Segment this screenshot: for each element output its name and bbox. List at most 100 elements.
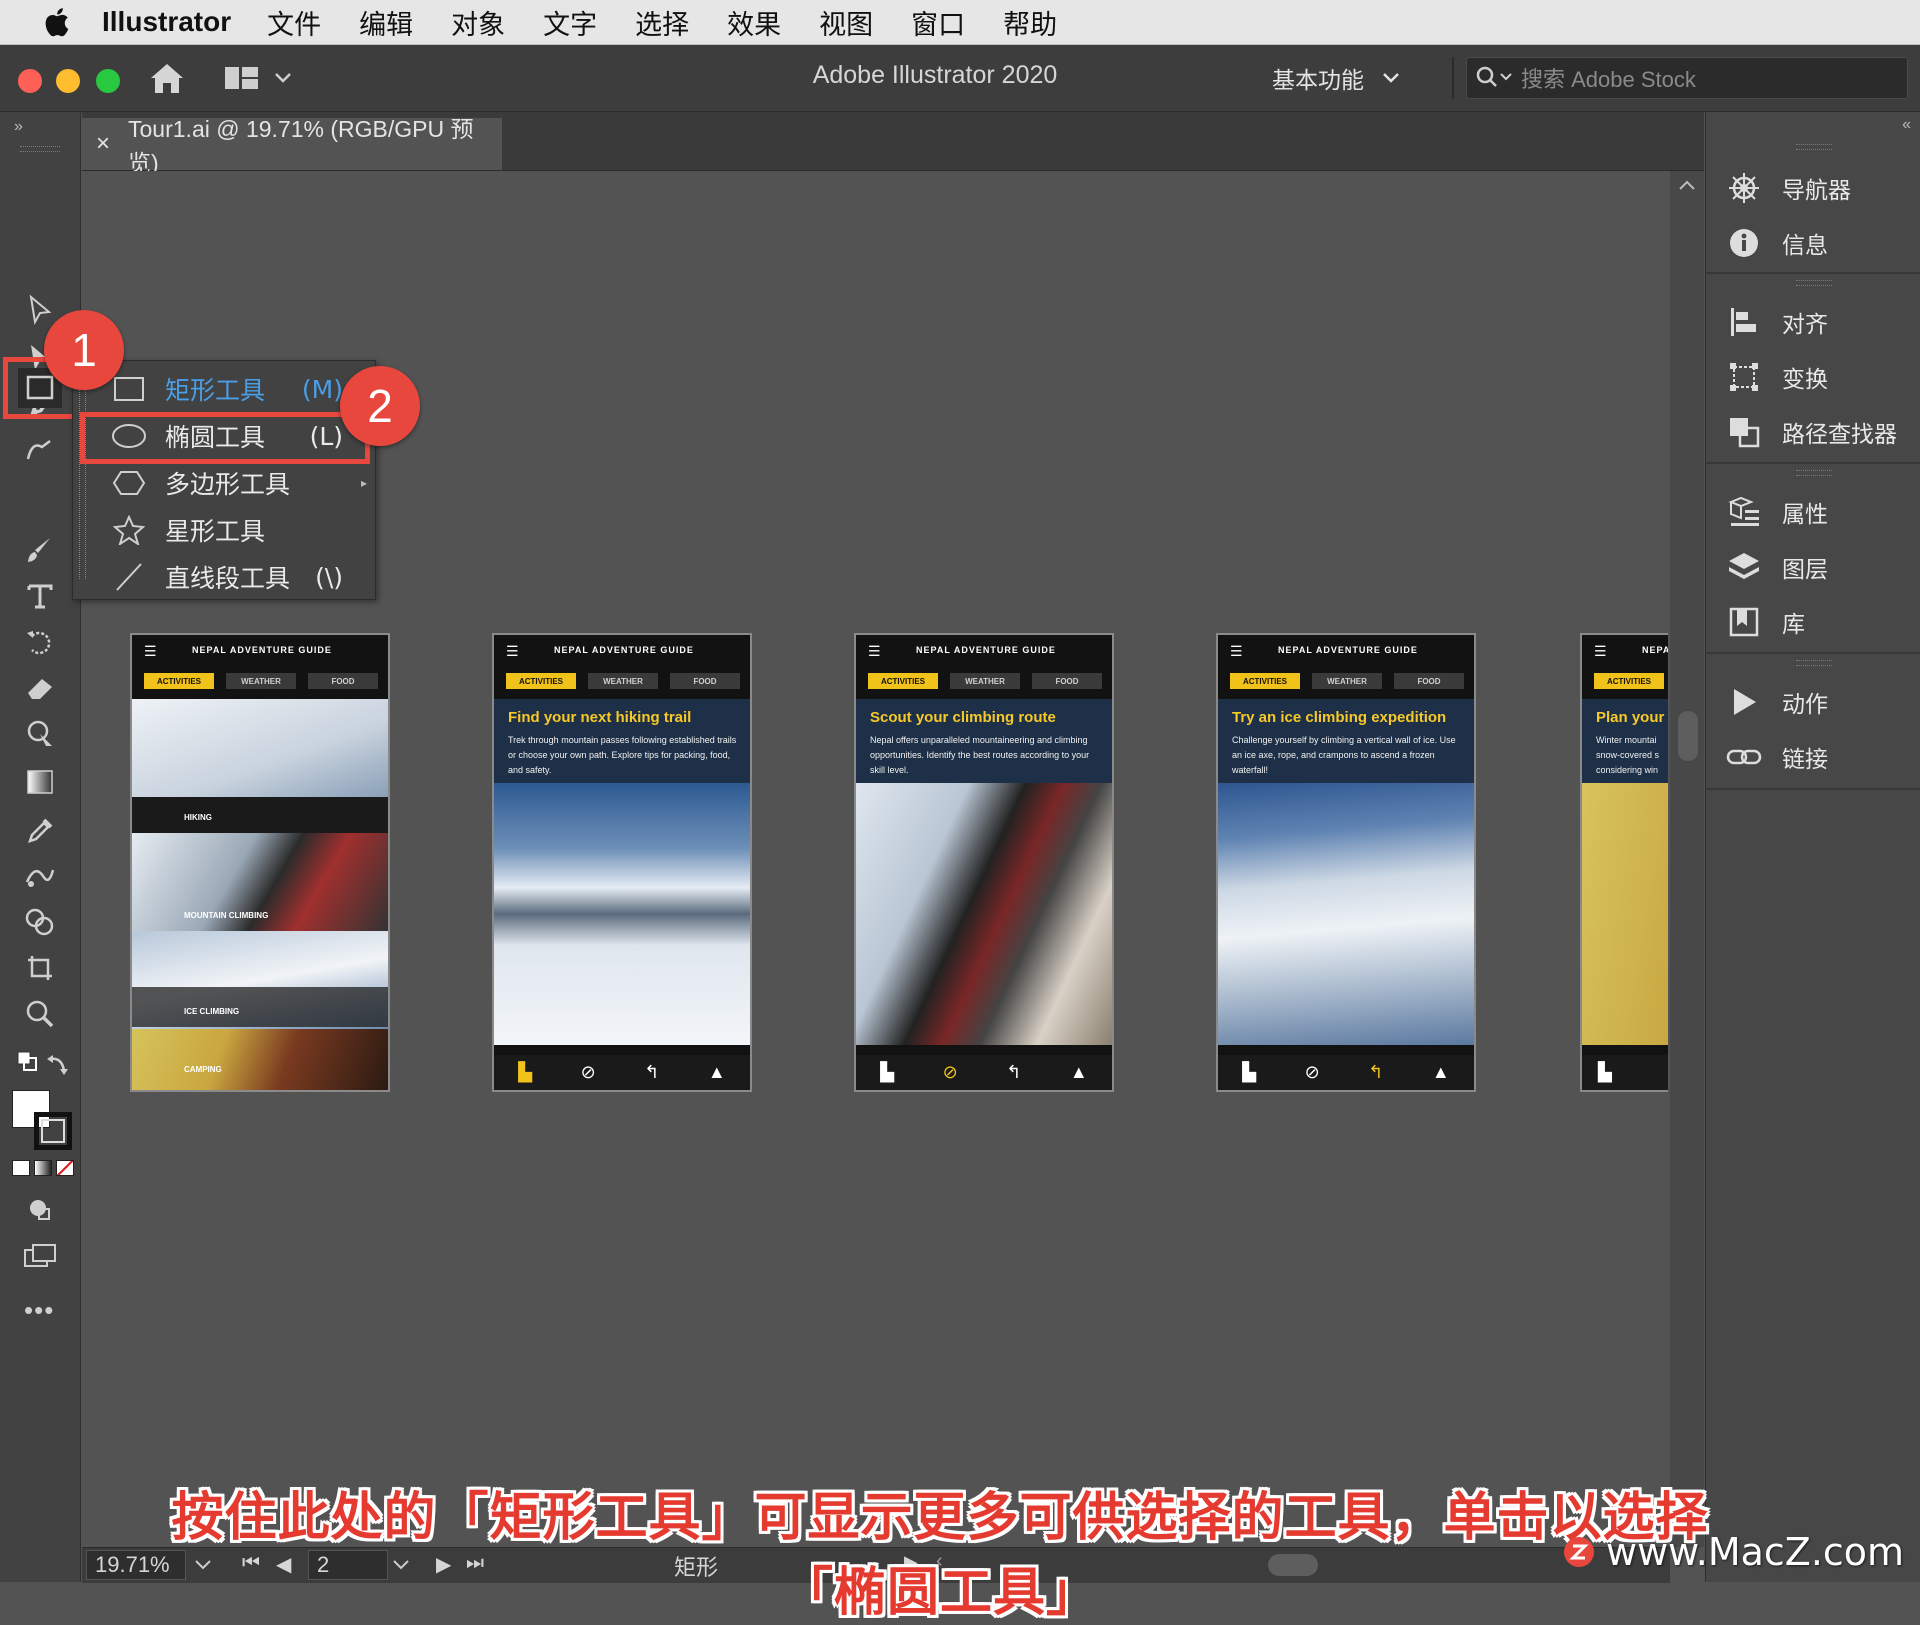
panel-label: 链接 [1782,747,1828,773]
ice-axe-icon: ↰ [1006,1062,1022,1082]
vertical-scrollbar[interactable] [1670,171,1704,1547]
eraser-tool[interactable] [18,668,62,708]
artboard-title: NEPAL ADVENTURE GUIDE [1278,645,1418,655]
artboard-5[interactable]: ☰ NEPA ACTIVITIES Plan your Winter mount… [1580,633,1668,1092]
selection-arrow-icon [29,294,52,326]
search-icon [1476,66,1512,87]
stroke-swatch[interactable] [34,1112,72,1150]
flyout-rectangle-tool[interactable]: 矩形工具 (M) [73,366,373,412]
gradient-tool[interactable] [18,762,62,802]
callout-badge-2: 2 [340,366,420,446]
panel-layers[interactable]: 图层 [1724,543,1828,591]
hero-title: Plan your [1596,709,1665,726]
menu-object[interactable]: 对象 [451,3,505,42]
rectangle-icon [109,371,149,407]
flyout-item-label: 多边形工具 [165,470,291,499]
panel-transform[interactable]: 变换 [1724,353,1828,401]
flyout-item-label: 直线段工具 [165,564,291,593]
line-segment-icon [109,559,149,595]
menu-type[interactable]: 文字 [543,3,597,42]
type-tool[interactable] [18,576,62,616]
shape-builder-tool[interactable] [18,902,62,942]
zoom-tool[interactable] [18,994,62,1034]
panel-align[interactable]: 对齐 [1724,298,1828,346]
tab-food: FOOD [1394,673,1464,689]
flyout-star-tool[interactable]: 星形工具 [73,507,373,553]
close-tab-icon[interactable]: × [96,130,110,158]
hero-title: Scout your climbing route [870,709,1056,726]
hero-title: Try an ice climbing expedition [1232,709,1447,726]
panel-grip[interactable] [1796,280,1832,286]
panel-grip[interactable] [1796,660,1832,666]
screen-mode-button[interactable] [18,1236,62,1276]
menu-effect[interactable]: 效果 [727,3,781,42]
apple-logo-icon[interactable] [38,4,80,40]
swap-fill-stroke-button[interactable] [42,1044,72,1084]
artboard-hero: Plan your Winter mountai snow-covered s … [1582,699,1668,783]
color-mode-icon[interactable] [12,1160,30,1176]
panel-properties[interactable]: 属性 [1724,488,1828,536]
collapse-panels-icon[interactable]: « [1902,116,1911,134]
tab-weather: WEATHER [950,673,1020,689]
curvature-tool[interactable] [18,430,62,470]
drawing-mode-button[interactable] [18,1190,62,1230]
scroll-up-icon[interactable] [1678,179,1696,191]
info-icon [1724,223,1764,263]
artboard-3[interactable]: ☰ NEPAL ADVENTURE GUIDE ACTIVITIES WEATH… [854,633,1114,1092]
color-mode-buttons[interactable] [12,1160,74,1176]
artboard-tool[interactable] [18,948,62,988]
menu-help[interactable]: 帮助 [1003,3,1057,42]
boot-icon: ▙ [1242,1062,1257,1082]
menu-illustrator[interactable]: Illustrator [102,6,231,38]
expand-panel-icon[interactable]: » [14,118,23,136]
artboard-1[interactable]: ☰ NEPAL ADVENTURE GUIDE ACTIVITIES WEATH… [130,633,390,1092]
panel-info[interactable]: 信息 [1724,219,1828,267]
puppet-warp-tool[interactable] [18,714,62,754]
none-mode-icon[interactable] [56,1160,74,1176]
edit-toolbar-icon[interactable]: ••• [24,1295,54,1326]
hamburger-icon: ☰ [1230,643,1243,659]
hamburger-icon: ☰ [868,643,881,659]
artboard-hero: Scout your climbing route Nepal offers u… [856,699,1112,783]
document-tab[interactable]: × Tour1.ai @ 19.71% (RGB/GPU 预览) [82,116,502,176]
eyedropper-tool[interactable] [18,810,62,850]
menu-select[interactable]: 选择 [635,3,689,42]
document-tab-bar: × Tour1.ai @ 19.71% (RGB/GPU 预览) [82,112,1704,176]
artboard-4[interactable]: ☰ NEPAL ADVENTURE GUIDE ACTIVITIES WEATH… [1216,633,1476,1092]
paintbrush-tool[interactable] [18,530,62,570]
menu-file[interactable]: 文件 [267,3,321,42]
panel-libraries[interactable]: 库 [1724,598,1805,646]
blend-icon [25,869,55,887]
artboard-2[interactable]: ☰ NEPAL ADVENTURE GUIDE ACTIVITIES WEATH… [492,633,752,1092]
blend-tool[interactable] [18,856,62,896]
gradient-mode-icon[interactable] [34,1160,52,1176]
stock-search-field[interactable]: 搜索 Adobe Stock [1466,57,1908,99]
flyout-line-segment-tool[interactable]: 直线段工具 (\) [73,554,373,600]
tab-food: FOOD [670,673,740,689]
scroll-thumb[interactable] [1678,711,1698,761]
panel-links[interactable]: 链接 [1724,733,1828,781]
site-watermark: www.MacZ.com [1562,1530,1904,1574]
panel-grip[interactable] [1796,470,1832,476]
panel-grip[interactable] [1796,144,1832,150]
flyout-polygon-tool[interactable]: 多边形工具 ▸ [73,460,373,506]
workspace-switcher[interactable]: 基本功能 [1272,57,1400,99]
rotate-tool[interactable] [18,622,62,662]
boot-icon: ▙ [880,1062,895,1082]
panel-navigator[interactable]: 导航器 [1724,164,1851,212]
tab-weather: WEATHER [588,673,658,689]
artboard-nav-bar: ▙ ⊘ ↰ ▲ [1218,1055,1474,1090]
panel-actions[interactable]: 动作 [1724,678,1828,726]
menu-window[interactable]: 窗口 [911,3,965,42]
panel-grip[interactable] [20,146,60,152]
swap-arrow-icon [47,1055,68,1075]
menu-view[interactable]: 视图 [819,3,873,42]
hero-body: Trek through mountain passes following e… [508,735,737,775]
ice-climbing-photo [1218,783,1474,1045]
menu-edit[interactable]: 编辑 [359,3,413,42]
panel-label: 动作 [1782,692,1828,718]
flyout-item-shortcut: (\) [315,562,343,592]
chevron-down-icon [1383,73,1399,83]
camping-photo [132,1029,388,1090]
panel-pathfinder[interactable]: 路径查找器 [1724,408,1897,456]
